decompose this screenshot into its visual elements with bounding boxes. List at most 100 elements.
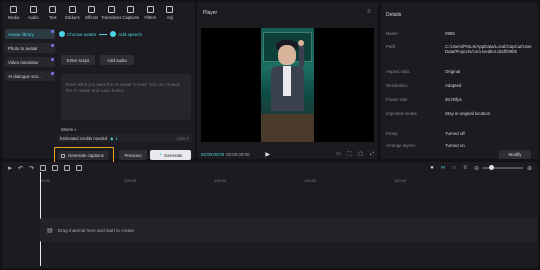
detail-value: Turned on <box>445 143 465 148</box>
step-choose-avatar[interactable]: Choose avatar <box>67 32 96 37</box>
step-check-icon <box>110 31 117 37</box>
sidebar-item-label: Video translator <box>8 59 39 65</box>
link-icon[interactable]: ∞ <box>441 165 445 171</box>
zoom-slider[interactable] <box>482 165 523 171</box>
button-label: Add audio <box>107 57 127 63</box>
detail-key: Arrange layers: <box>386 143 416 148</box>
select-cursor-icon[interactable]: ➤ <box>7 165 12 172</box>
timeline-panel: ➤ ↶ ↷ ● ∞ ∩ ≡ ⊖ ⊕ 00:00 100:00 100:00 10… <box>2 162 538 268</box>
split-right-icon[interactable] <box>64 165 71 171</box>
magnet-icon[interactable]: ∩ <box>452 165 456 171</box>
detail-row-path: Path: C:/Users/PMLS/AppData/Local/CapCut/… <box>386 44 536 55</box>
button-label: Enter script <box>66 57 90 63</box>
step-add-speech[interactable]: Add speech <box>118 32 142 37</box>
tool-transitions[interactable]: Transitions <box>101 2 122 24</box>
add-audio-button[interactable]: Add audio <box>100 55 134 65</box>
sidebar-item-ai-dialogue[interactable]: AI dialogue sce... <box>5 71 55 81</box>
ai-avatar-sidebar: Avatar library Photo to avatar Video tra… <box>5 29 55 85</box>
delete-icon[interactable] <box>76 165 83 171</box>
microphone-icon[interactable]: ● <box>430 165 434 171</box>
fullscreen-icon[interactable]: ⤢ <box>370 151 374 157</box>
tool-audio[interactable]: Audio <box>24 2 44 24</box>
tool-label: Media <box>8 15 20 20</box>
credits-label: Estimated credits needed <box>60 135 108 141</box>
undo-icon[interactable]: ↶ <box>18 165 23 172</box>
tool-label: Adj <box>166 15 173 20</box>
new-badge-icon <box>51 72 54 75</box>
detail-key: Resolution: <box>386 83 408 88</box>
split-icon[interactable] <box>40 165 47 171</box>
timeline-view-icon[interactable]: ▭ <box>336 151 341 157</box>
zoom-out-icon[interactable]: ⊖ <box>474 165 479 172</box>
spark-icon: ✦ <box>158 152 163 157</box>
detail-key: Frame rate: <box>386 97 409 102</box>
checkbox-icon <box>61 153 65 158</box>
ruler-tick: 100:00 <box>394 178 407 183</box>
tool-captions[interactable]: Captions <box>121 2 141 24</box>
split-left-icon[interactable] <box>52 165 59 171</box>
tool-label: Transitions <box>101 15 122 20</box>
redo-icon[interactable]: ↷ <box>29 165 34 172</box>
tool-stickers[interactable]: Stickers <box>63 2 83 24</box>
generate-button[interactable]: ✦ Generate <box>150 150 191 160</box>
details-panel: Details Name: 0905 Path: C:/Users/PMLS/App… <box>381 2 538 159</box>
play-icon[interactable]: ▶ <box>265 151 270 158</box>
step-indicator: Choose avatar Add speech <box>59 29 191 39</box>
tool-label: Text <box>48 15 57 20</box>
tool-effects[interactable]: Effects <box>82 2 102 24</box>
detail-value: C:/Users/PMLS/AppData/Local/CapCut/User … <box>445 44 532 55</box>
sidebar-item-label: AI dialogue sce... <box>8 73 42 79</box>
sidebar-item-label: Avatar library <box>8 31 34 37</box>
detail-value: 0905 <box>445 31 455 36</box>
current-time: 00:00:00:00 <box>201 151 225 157</box>
tool-label: Audio <box>27 15 39 20</box>
tool-label: Filters <box>144 15 156 20</box>
modify-button[interactable]: Modify <box>499 150 531 159</box>
zoom-slider-handle[interactable] <box>488 165 494 171</box>
film-icon: ▤ <box>47 227 53 234</box>
button-label: Previous <box>124 152 142 158</box>
menu-icon[interactable]: ≡ <box>367 9 371 15</box>
video-preview[interactable] <box>201 28 374 142</box>
tool-label: Stickers <box>64 15 80 20</box>
main-track-dropzone[interactable]: ▤ Drag material here and start to create <box>40 218 538 242</box>
duration: 00:00:06:00 <box>226 151 250 157</box>
sidebar-item-video-translator[interactable]: Video translator <box>5 57 55 67</box>
crop-icon[interactable]: ⛶ <box>348 151 352 157</box>
filters-icon <box>146 6 154 13</box>
ratio-icon[interactable]: ▢ <box>358 151 363 157</box>
detail-key: Path: <box>386 44 397 49</box>
ruler-tick: 100:00 <box>304 178 317 183</box>
sidebar-item-avatar-library[interactable]: Avatar library <box>5 29 55 39</box>
enter-script-button[interactable]: Enter script <box>61 55 95 65</box>
script-textarea[interactable]: Enter what you want the AI avatar to rea… <box>61 74 191 120</box>
tool-text[interactable]: Text <box>43 2 63 24</box>
transitions-icon <box>107 6 115 13</box>
audio-icon <box>29 6 37 13</box>
new-badge-icon <box>51 58 54 61</box>
button-label: Modify <box>508 152 522 157</box>
detail-value: Adapted <box>445 83 462 88</box>
detail-row-aspect: Aspect ratio: Original <box>386 69 536 74</box>
avatar-shirt <box>283 66 291 96</box>
credits-row: Estimated credits needed ◆ 1 Limit 0 <box>57 134 192 142</box>
voice-selector[interactable]: Weirre ▾ <box>61 127 77 132</box>
tool-media[interactable]: Media <box>4 2 24 24</box>
ruler-tick: 100:00 <box>214 178 227 183</box>
tool-filters[interactable]: Filters <box>141 2 161 24</box>
sidebar-item-label: Photo to avatar <box>8 45 38 51</box>
detail-row-imported-media: Imported media: Stay in original location <box>386 111 536 116</box>
new-badge-icon <box>51 44 54 47</box>
detail-row-arrange-layers: Arrange layers: Turned on <box>386 143 536 148</box>
zoom-in-icon[interactable]: ⊕ <box>527 165 532 172</box>
tool-adjust[interactable]: Adj <box>160 2 180 24</box>
preview-axis-icon[interactable]: ≡ <box>463 165 467 171</box>
previous-button[interactable]: Previous <box>119 150 147 160</box>
generate-captions-toggle[interactable]: Generate captions <box>58 151 109 160</box>
detail-row-proxy: Proxy: Turned off <box>386 131 536 136</box>
detail-row-resolution: Resolution: Adapted <box>386 83 536 88</box>
sidebar-item-photo-to-avatar[interactable]: Photo to avatar <box>5 43 55 53</box>
timeline-toolbar: ➤ ↶ ↷ ● ∞ ∩ ≡ ⊖ ⊕ <box>2 162 538 174</box>
chevron-down-icon: ▾ <box>74 127 77 132</box>
media-toolbar: Media Audio Text Stickers Effects Transi… <box>2 2 195 24</box>
